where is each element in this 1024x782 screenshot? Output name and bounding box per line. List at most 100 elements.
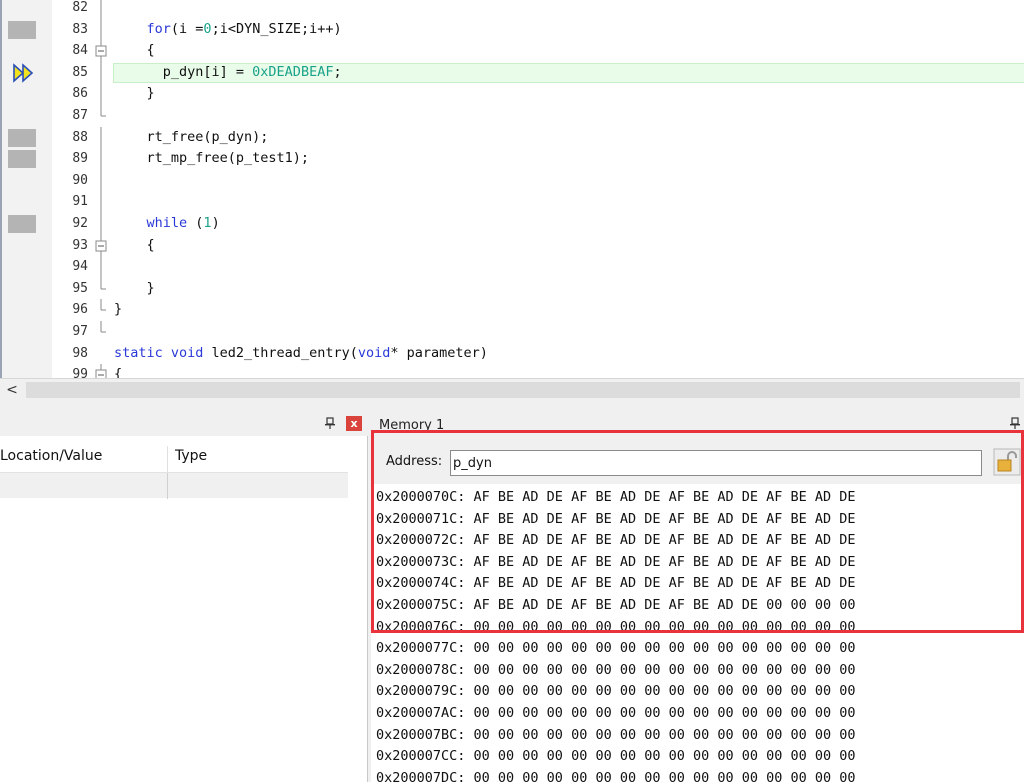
pin-icon[interactable] (1009, 417, 1021, 429)
memory-row[interactable]: 0x2000074C: AF BE AD DE AF BE AD DE AF B… (376, 573, 856, 595)
memory-row[interactable]: 0x200007CC: 00 00 00 00 00 00 00 00 00 0… (376, 746, 856, 768)
editor-horizontal-scrollbar[interactable]: < (0, 378, 1024, 400)
code-line[interactable]: 94 (2, 256, 1024, 279)
fold-icon (94, 105, 108, 127)
fold-icon[interactable] (94, 40, 108, 63)
code-line[interactable]: 86 } (2, 83, 1024, 106)
execution-arrow-icon (13, 63, 34, 83)
scroll-left-arrow-icon[interactable]: < (4, 381, 20, 399)
breakpoint-marker[interactable] (8, 150, 36, 169)
memory-row[interactable]: 0x2000078C: 00 00 00 00 00 00 00 00 00 0… (376, 660, 856, 682)
watch-panel-titlebar: x (0, 410, 368, 436)
code-line[interactable]: 99 { (2, 364, 1024, 378)
line-number: 88 (72, 129, 88, 145)
memory-row[interactable]: 0x200007BC: 00 00 00 00 00 00 00 00 00 0… (376, 725, 856, 747)
breakpoint-marker[interactable] (8, 20, 36, 39)
code-text: while (1) (146, 215, 220, 231)
memory-row[interactable]: 0x2000077C: 00 00 00 00 00 00 00 00 00 0… (376, 638, 856, 660)
close-icon[interactable]: x (346, 416, 362, 431)
line-number: 90 (72, 172, 88, 188)
unlock-icon[interactable] (993, 448, 1021, 476)
code-text: } (114, 279, 155, 296)
column-type[interactable]: Type (175, 448, 207, 464)
memory-row[interactable]: 0x2000076C: 00 00 00 00 00 00 00 00 00 0… (376, 617, 856, 639)
line-number: 94 (72, 259, 88, 275)
line-number: 89 (72, 151, 88, 167)
scrollbar-thumb[interactable] (26, 382, 1020, 398)
code-text: { (114, 236, 155, 253)
code-text: static void led2_thread_entry(void* para… (114, 344, 488, 361)
code-line[interactable]: 82 (2, 0, 1024, 19)
fold-icon (94, 83, 108, 106)
breakpoint-marker[interactable] (8, 215, 36, 233)
code-text: { (114, 42, 155, 59)
watch-column-header: Location/Value Type (0, 446, 348, 472)
memory-row[interactable]: 0x2000071C: AF BE AD DE AF BE AD DE AF B… (376, 509, 856, 531)
memory-panel: Memory 1 Address: 0x2000070C: AF BE AD D… (371, 410, 1024, 782)
address-label: Address: (386, 454, 443, 469)
code-line[interactable]: 91 (2, 191, 1024, 214)
line-number: 99 (72, 367, 88, 378)
code-line[interactable]: 87 (2, 105, 1024, 127)
line-number: 86 (72, 86, 88, 102)
fold-icon (94, 299, 108, 321)
memory-row[interactable]: 0x200007DC: 00 00 00 00 00 00 00 00 00 0… (376, 768, 856, 782)
line-number: 87 (72, 108, 88, 123)
code-line[interactable]: 93 { (2, 234, 1024, 257)
fold-icon (94, 169, 108, 192)
line-number: 98 (72, 345, 88, 361)
line-number: 85 (72, 64, 88, 80)
column-separator (167, 473, 168, 499)
fold-icon (94, 61, 108, 84)
memory-row[interactable]: 0x2000070C: AF BE AD DE AF BE AD DE AF B… (376, 487, 856, 509)
memory-row[interactable]: 0x2000075C: AF BE AD DE AF BE AD DE AF B… (376, 595, 856, 617)
code-text: { (114, 366, 123, 378)
code-line[interactable]: 95 } (2, 277, 1024, 300)
memory-row[interactable]: 0x2000079C: 00 00 00 00 00 00 00 00 00 0… (376, 681, 856, 703)
memory-row[interactable]: 0x2000072C: AF BE AD DE AF BE AD DE AF B… (376, 530, 856, 552)
memory-rows[interactable]: 0x2000070C: AF BE AD DE AF BE AD DE AF B… (376, 487, 856, 782)
code-line[interactable]: 97 (2, 321, 1024, 343)
column-separator[interactable] (167, 446, 168, 472)
fold-icon[interactable] (94, 234, 108, 257)
memory-row[interactable]: 0x200007AC: 00 00 00 00 00 00 00 00 00 0… (376, 703, 856, 725)
code-editor[interactable]: 82 83 for(i =0;i<DYN_SIZE;i++) 84 {85 p_dy… (0, 0, 1024, 378)
code-line[interactable]: 85 p_dyn[i] = 0xDEADBEAF; (2, 61, 1024, 84)
line-number: 93 (72, 237, 88, 253)
pin-icon[interactable] (324, 417, 336, 429)
line-number: 97 (72, 324, 88, 339)
line-number: 96 (72, 302, 88, 318)
code-text: } (114, 301, 123, 318)
code-line[interactable]: 89 rt_mp_free(p_test1); (2, 148, 1024, 171)
code-line[interactable]: 92 while (1) (2, 213, 1024, 235)
fold-icon (94, 213, 108, 235)
memory-row[interactable]: 0x2000073C: AF BE AD DE AF BE AD DE AF B… (376, 552, 856, 574)
fold-icon (94, 148, 108, 171)
breakpoint-marker[interactable] (8, 128, 36, 147)
code-text: rt_mp_free(p_test1); (114, 150, 310, 167)
code-text: p_dyn[i] = 0xDEADBEAF; (114, 63, 342, 80)
fold-icon (94, 321, 108, 343)
code-text: } (114, 85, 155, 102)
line-number: 82 (72, 0, 88, 15)
memory-panel-title: Memory 1 (379, 418, 445, 433)
code-line[interactable]: 90 (2, 169, 1024, 192)
line-number: 83 (72, 21, 88, 37)
fold-icon (94, 126, 108, 149)
code-line[interactable]: 88 rt_free(p_dyn); (2, 126, 1024, 149)
fold-icon (94, 256, 108, 279)
watch-empty-row[interactable] (0, 472, 348, 499)
fold-icon[interactable] (94, 364, 108, 378)
memory-panel-titlebar: Memory 1 (371, 410, 1024, 436)
line-number: 92 (72, 216, 88, 231)
watch-panel: x Location/Value Type (0, 410, 368, 782)
code-text: for(i =0;i<DYN_SIZE;i++) (146, 20, 342, 37)
code-line[interactable]: 83 for(i =0;i<DYN_SIZE;i++) (2, 18, 1024, 41)
code-line[interactable]: 84 { (2, 40, 1024, 63)
code-line[interactable]: 98 static void led2_thread_entry(void* pa… (2, 343, 1024, 365)
code-line[interactable]: 96} (2, 299, 1024, 321)
column-location-value[interactable]: Location/Value (0, 448, 102, 464)
fold-icon (94, 277, 108, 300)
address-input[interactable] (450, 450, 982, 476)
fold-icon (94, 343, 108, 365)
